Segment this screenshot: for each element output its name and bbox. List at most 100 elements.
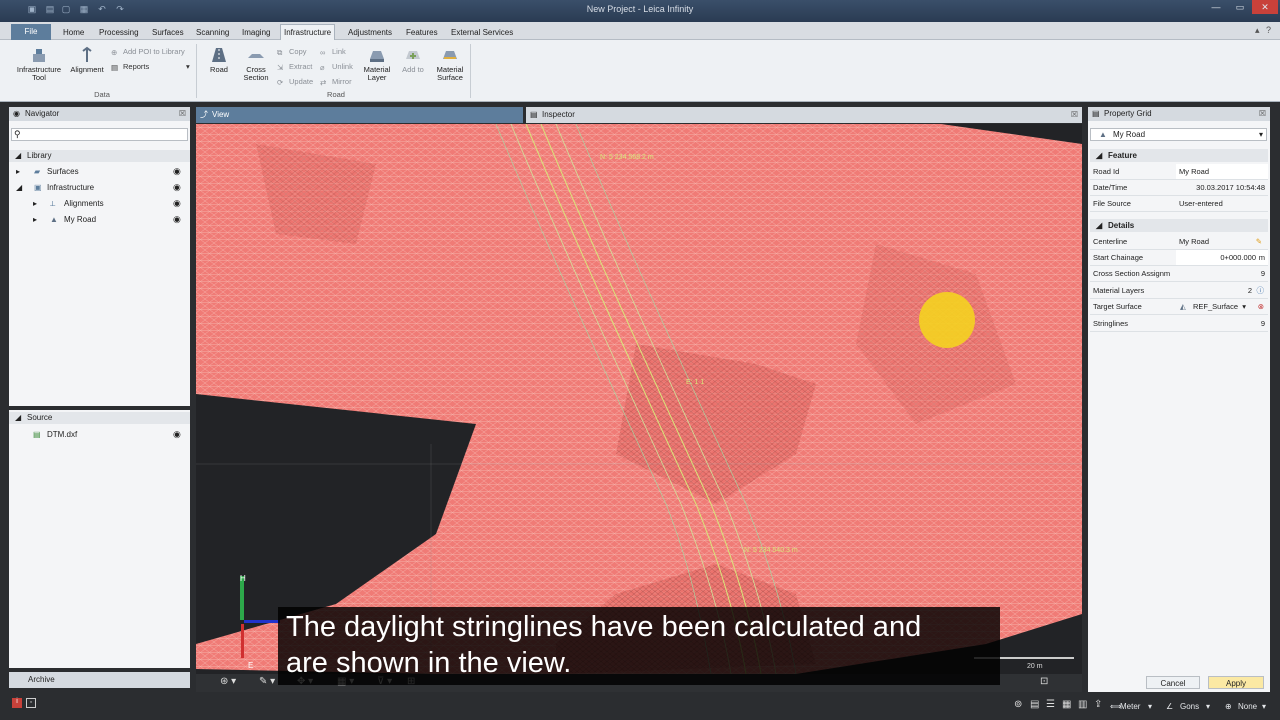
property-row-start-chainage[interactable]: Start Chainage 0+000.000 m	[1090, 250, 1268, 266]
apply-button[interactable]: Apply	[1208, 676, 1264, 689]
close-icon[interactable]: ☒	[1071, 107, 1078, 123]
tree-item-surfaces[interactable]: ▸ ▰ Surfaces	[16, 166, 186, 178]
library-section-header[interactable]: ◢ Library	[9, 150, 190, 162]
close-icon[interactable]: ☒	[1259, 107, 1266, 121]
info-icon[interactable]: ⓘ	[1257, 283, 1265, 299]
material-surface-button[interactable]: Material Surface	[432, 46, 468, 82]
property-key: Road Id	[1093, 167, 1120, 176]
scale-label: 20 m	[1027, 663, 1043, 670]
coordinate-system-dropdown[interactable]: None	[1238, 702, 1257, 711]
tab-view[interactable]: ⤴ View	[196, 107, 523, 123]
alignment-button[interactable]: Alignment	[67, 46, 107, 74]
visibility-eye-icon[interactable]: ◉	[173, 166, 181, 177]
extract-button[interactable]: ⇲ Extract	[277, 62, 312, 72]
ribbon-minimize-icon[interactable]: ▴	[1255, 25, 1260, 36]
property-row-road-id[interactable]: Road Id My Road	[1090, 164, 1268, 180]
tree-item-dtm[interactable]: ▤ DTM.dxf	[33, 429, 186, 441]
ribbon	[0, 40, 1280, 102]
property-value[interactable]: REF_Surface	[1176, 299, 1268, 314]
property-grid-icon: ▤	[1092, 109, 1100, 118]
surfaces-icon: ▰	[34, 167, 41, 176]
property-value[interactable]: My Road	[1176, 164, 1268, 179]
link-button[interactable]: ∞ Link	[320, 47, 346, 57]
close-icon[interactable]: ✕	[1252, 0, 1278, 14]
tree-item-my-road[interactable]: ▸ ▲ My Road	[33, 214, 186, 226]
tab-surfaces[interactable]: Surfaces	[149, 25, 187, 40]
unlink-label: Unlink	[332, 62, 353, 71]
visibility-eye-icon[interactable]: ◉	[173, 182, 181, 193]
chevron-down-icon[interactable]: ▾	[1206, 702, 1210, 711]
grid-view-icon[interactable]: ▦	[1062, 699, 1071, 710]
property-row-stringlines[interactable]: Stringlines 9	[1090, 316, 1268, 332]
help-icon[interactable]: ?	[1266, 25, 1271, 35]
property-row-file-source[interactable]: File Source User-entered	[1090, 196, 1268, 212]
tab-processing[interactable]: Processing	[96, 25, 142, 40]
close-icon[interactable]: ☒	[179, 107, 186, 121]
tree-item-infrastructure[interactable]: ◢ ▣ Infrastructure	[16, 182, 186, 194]
axis-label-h: H	[240, 574, 246, 583]
cross-section-button[interactable]: Cross Section	[238, 46, 274, 82]
layout-icon[interactable]: ▫	[26, 698, 36, 708]
tab-scanning[interactable]: Scanning	[193, 25, 232, 40]
export-icon[interactable]: ⇪	[1094, 699, 1102, 710]
details-section-header[interactable]: ◢ Details	[1090, 219, 1268, 232]
mirror-button[interactable]: ⇄ Mirror	[320, 77, 352, 87]
minimize-icon[interactable]: —	[1204, 0, 1228, 14]
chevron-down-icon[interactable]: ▾	[1148, 702, 1152, 711]
fullscreen-icon[interactable]: ⊡	[1040, 676, 1048, 687]
angle-units-dropdown[interactable]: Gons	[1180, 702, 1199, 711]
object-selector-dropdown[interactable]: ▲ My Road ▾	[1090, 128, 1267, 141]
source-section-header[interactable]: ◢ Source	[9, 412, 190, 424]
copy-button[interactable]: ⧉ Copy	[277, 47, 307, 57]
add-to-button[interactable]: Add to	[398, 46, 428, 74]
visibility-eye-icon[interactable]: ◉	[173, 198, 181, 209]
tab-adjustments[interactable]: Adjustments	[345, 25, 395, 40]
navigator-title: Navigator	[25, 109, 60, 118]
3d-viewport[interactable]: N: 5 234 568.2 m N: 5 234 540.3 m E: 1 1…	[196, 124, 1082, 674]
navigator-search-input[interactable]: ⚲	[11, 128, 188, 141]
property-row-target-surface[interactable]: Target Surface REF_Surface ◭ ▾ ⊗	[1090, 299, 1268, 315]
ribbon-separator	[470, 44, 471, 98]
add-to-icon	[406, 51, 420, 59]
remove-icon[interactable]: ⊗	[1258, 299, 1264, 315]
table-icon[interactable]: ▤	[1030, 699, 1039, 710]
maximize-icon[interactable]: ▭	[1228, 0, 1252, 14]
file-icon: ▤	[33, 430, 41, 439]
add-poi-button[interactable]: ⊕ Add POI to Library	[111, 47, 185, 57]
tree-item-alignments[interactable]: ▸ ⟂ Alignments	[33, 198, 186, 210]
property-row-cross-section[interactable]: Cross Section Assignm 9	[1090, 266, 1268, 282]
tab-file[interactable]: File	[11, 24, 51, 40]
infrastructure-tool-button[interactable]: Infrastructure Tool	[14, 46, 64, 82]
expand-icon: ▸	[16, 167, 21, 176]
orbit-icon[interactable]: ⊛ ▾	[220, 676, 236, 687]
property-row-date-time[interactable]: Date/Time 30.03.2017 10:54:48	[1090, 180, 1268, 196]
unlink-button[interactable]: ⌀ Unlink	[320, 62, 353, 72]
feature-section-header[interactable]: ◢ Feature	[1090, 149, 1268, 162]
archive-panel-header[interactable]: Archive	[9, 672, 190, 688]
visibility-eye-icon[interactable]: ◉	[173, 429, 181, 440]
chevron-down-icon[interactable]: ▾	[1262, 702, 1266, 711]
tab-inspector[interactable]: ▤ Inspector ☒	[526, 107, 1082, 123]
tab-imaging[interactable]: Imaging	[239, 25, 273, 40]
units-dropdown[interactable]: Meter	[1120, 702, 1140, 711]
road-button[interactable]: Road	[202, 46, 236, 74]
cancel-button[interactable]: Cancel	[1146, 676, 1200, 689]
tab-external-services[interactable]: External Services	[448, 25, 516, 40]
property-row-centerline[interactable]: Centerline My Road ✎	[1090, 234, 1268, 250]
material-layer-button[interactable]: Material Layer	[360, 46, 394, 82]
tab-infrastructure[interactable]: Infrastructure	[280, 24, 336, 41]
material-layer-icon	[370, 51, 384, 62]
chevron-down-icon[interactable]: ▾	[1242, 299, 1246, 315]
select-tool-icon[interactable]: ✎ ▾	[259, 676, 275, 687]
property-row-material-layers[interactable]: Material Layers 2 ⓘ	[1090, 283, 1268, 299]
property-value[interactable]: 0+000.000	[1176, 250, 1268, 265]
tab-home[interactable]: Home	[60, 25, 87, 40]
chart-icon[interactable]: ▥	[1078, 699, 1087, 710]
visibility-eye-icon[interactable]: ◉	[173, 214, 181, 225]
reports-button[interactable]: ▤ Reports ▾	[111, 62, 190, 72]
list-icon[interactable]: ☰	[1046, 699, 1055, 710]
tab-features[interactable]: Features	[403, 25, 441, 40]
update-button[interactable]: ⟳ Update	[277, 77, 313, 87]
edit-pencil-icon[interactable]: ✎	[1256, 234, 1262, 250]
snap-icon[interactable]: ⊚	[1014, 699, 1022, 710]
